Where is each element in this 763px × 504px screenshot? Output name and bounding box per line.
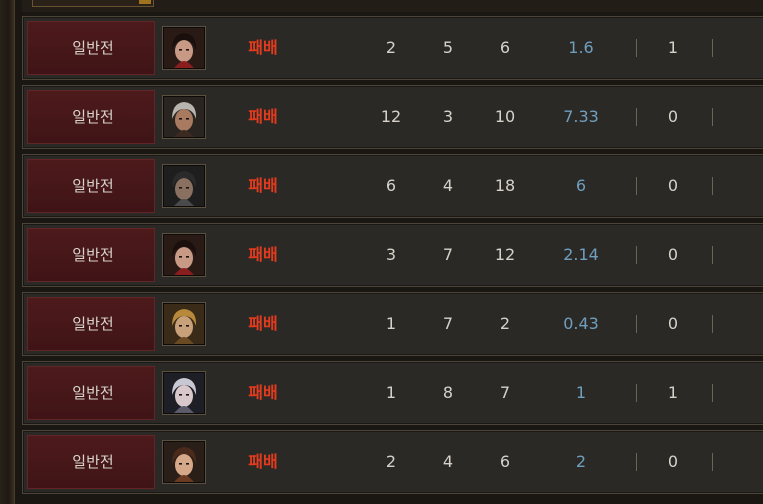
- kda-value: 7.33: [563, 107, 599, 126]
- deaths-value: 4: [442, 176, 454, 195]
- character-portrait-dark-hair-red-icon[interactable]: [162, 26, 206, 70]
- column-divider: [712, 246, 713, 264]
- extra-value: 0: [667, 176, 679, 195]
- assists-value: 6: [499, 452, 511, 471]
- match-result: 패배: [248, 314, 278, 333]
- column-divider: [712, 453, 713, 471]
- deaths-value: 8: [442, 383, 454, 402]
- match-row[interactable]: 일반전 패배 2 5 6 1.6 1: [22, 16, 763, 80]
- character-portrait-dark-hair-red-icon[interactable]: [162, 233, 206, 277]
- kills-value: 12: [380, 107, 402, 126]
- extra-value: 0: [667, 107, 679, 126]
- mode-label: 일반전: [72, 246, 114, 264]
- assists-value: 2: [499, 314, 511, 333]
- character-portrait-silver-hair-icon[interactable]: [162, 371, 206, 415]
- extra-value: 1: [667, 38, 679, 57]
- column-divider: [712, 384, 713, 402]
- column-divider: [636, 384, 637, 402]
- header-tab[interactable]: [32, 0, 154, 7]
- column-divider: [636, 39, 637, 57]
- assists-value: 7: [499, 383, 511, 402]
- column-divider: [636, 453, 637, 471]
- mode-label: 일반전: [72, 108, 114, 126]
- character-portrait-hooded-icon[interactable]: [162, 164, 206, 208]
- match-row[interactable]: 일반전 패배 12 3 10 7.33 0: [22, 85, 763, 149]
- mode-label: 일반전: [72, 39, 114, 57]
- left-frame: [0, 0, 15, 504]
- kills-value: 6: [385, 176, 397, 195]
- kills-value: 2: [385, 452, 397, 471]
- mode-label: 일반전: [72, 384, 114, 402]
- character-portrait-brown-hair-icon[interactable]: [162, 440, 206, 484]
- kills-value: 2: [385, 38, 397, 57]
- deaths-value: 5: [442, 38, 454, 57]
- deaths-value: 7: [442, 245, 454, 264]
- match-result: 패배: [248, 383, 278, 402]
- kills-value: 1: [385, 383, 397, 402]
- match-row[interactable]: 일반전 패배 2 4 6 2 0: [22, 430, 763, 494]
- kda-value: 2: [575, 452, 587, 471]
- column-divider: [712, 39, 713, 57]
- match-row[interactable]: 일반전 패배 1 8 7 1 1: [22, 361, 763, 425]
- assists-value: 18: [494, 176, 516, 195]
- assists-value: 12: [494, 245, 516, 264]
- match-result: 패배: [248, 245, 278, 264]
- deaths-value: 4: [442, 452, 454, 471]
- mode-label: 일반전: [72, 177, 114, 195]
- column-divider: [636, 177, 637, 195]
- extra-value: 0: [667, 245, 679, 264]
- column-divider: [636, 108, 637, 126]
- column-divider: [712, 177, 713, 195]
- kda-value: 2.14: [563, 245, 599, 264]
- extra-value: 1: [667, 383, 679, 402]
- kda-value: 0.43: [563, 314, 599, 333]
- column-divider: [712, 315, 713, 333]
- kda-value: 1.6: [568, 38, 594, 57]
- match-result: 패배: [248, 38, 278, 57]
- match-row[interactable]: 일반전 패배 6 4 18 6 0: [22, 154, 763, 218]
- kills-value: 3: [385, 245, 397, 264]
- extra-value: 0: [667, 314, 679, 333]
- column-divider: [712, 108, 713, 126]
- kda-value: 6: [575, 176, 587, 195]
- kills-value: 1: [385, 314, 397, 333]
- deaths-value: 3: [442, 107, 454, 126]
- match-result: 패배: [248, 107, 278, 126]
- match-row[interactable]: 일반전 패배 3 7 12 2.14 0: [22, 223, 763, 287]
- mode-label: 일반전: [72, 453, 114, 471]
- kda-value: 1: [575, 383, 587, 402]
- match-result: 패배: [248, 452, 278, 471]
- column-divider: [636, 246, 637, 264]
- mode-label: 일반전: [72, 315, 114, 333]
- extra-value: 0: [667, 452, 679, 471]
- assists-value: 6: [499, 38, 511, 57]
- deaths-value: 7: [442, 314, 454, 333]
- match-row[interactable]: 일반전 패배 1 7 2 0.43 0: [22, 292, 763, 356]
- column-divider: [636, 315, 637, 333]
- match-result: 패배: [248, 176, 278, 195]
- character-portrait-blond-icon[interactable]: [162, 302, 206, 346]
- assists-value: 10: [494, 107, 516, 126]
- character-portrait-white-hair-icon[interactable]: [162, 95, 206, 139]
